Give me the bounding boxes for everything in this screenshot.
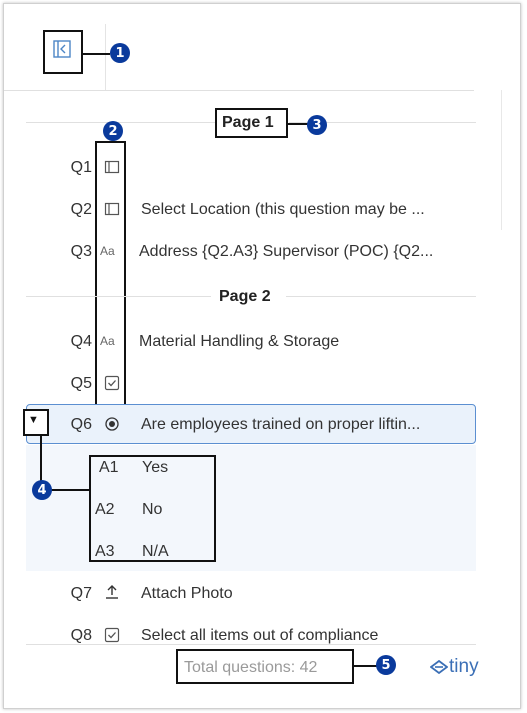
toolbar-bottom-border [4,90,474,91]
question-number: Q1 [70,159,92,176]
annotation-box-2 [95,141,126,440]
question-text[interactable]: Select all items out of compliance [141,627,378,645]
tiny-logo-text: tiny [449,656,479,677]
question-text[interactable]: Select Location (this question may be ..… [141,201,425,219]
page-1-heading: Page 1 [222,114,274,131]
page1-rule-left [26,122,216,123]
checkbox-icon [104,627,120,643]
page-2-heading: Page 2 [219,288,271,305]
text-field-icon: Aa [100,244,115,258]
tiny-logo[interactable]: tiny [430,656,479,678]
answer-text[interactable]: No [142,501,162,519]
annotation-line-1 [83,53,110,55]
scrollbar-track[interactable] [501,90,502,230]
footer-border [26,644,476,645]
checkbox-icon [104,375,120,391]
question-text[interactable]: Material Handling & Storage [139,333,339,351]
annotation-box-1 [43,30,83,74]
callout-3: 3 [307,115,327,135]
tiny-logo-icon [430,660,448,674]
question-number: Q6 [70,416,92,433]
question-text[interactable]: Are employees trained on proper liftin..… [141,416,420,434]
answer-number: A1 [99,459,119,476]
section-icon [104,159,120,175]
callout-2: 2 [103,121,123,141]
question-text[interactable]: Attach Photo [141,585,233,603]
question-number: Q8 [70,627,92,644]
question-number: Q7 [70,585,92,602]
question-text[interactable]: Address {Q2.A3} Supervisor (POC) {Q2... [139,243,433,261]
question-number: Q5 [70,375,92,392]
section-icon [104,201,120,217]
callout-5: 5 [376,655,396,675]
upload-icon [104,584,120,600]
answer-text[interactable]: Yes [142,459,168,477]
total-questions: Total questions: 42 [184,659,318,676]
answer-text[interactable]: N/A [142,543,169,561]
question-number: Q3 [70,243,92,260]
expand-toggle[interactable]: ▼ [28,414,39,426]
annotation-line-4b [50,489,90,491]
screenshot-frame: 1 Page 1 3 2 Q1 Q2 Select Location (this… [3,3,521,709]
annotation-line-5 [354,665,378,667]
page2-rule-right [286,296,476,297]
radio-icon [104,416,120,432]
question-number: Q4 [70,333,92,350]
answer-number: A2 [95,501,115,518]
answer-number: A3 [95,543,115,560]
callout-4: 4 [32,480,52,500]
text-field-icon: Aa [100,334,115,348]
toolbar-divider [105,24,106,90]
annotation-line-3 [288,123,309,125]
callout-1: 1 [110,43,130,63]
page2-rule-left [26,296,211,297]
question-number: Q2 [70,201,92,218]
